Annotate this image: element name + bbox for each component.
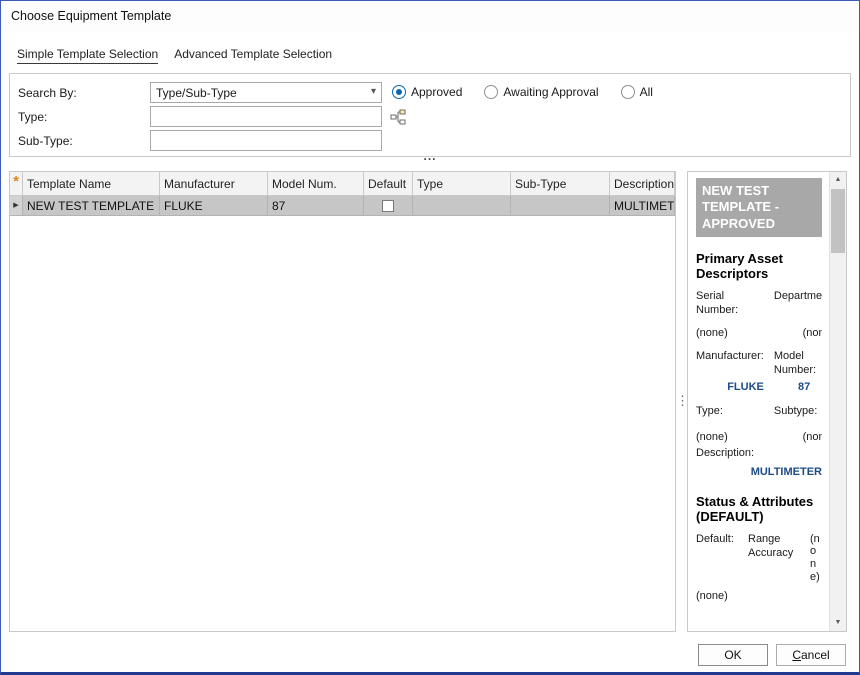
model-number-label: Model Number: xyxy=(774,350,822,378)
cell-template-name: NEW TEST TEMPLATE xyxy=(23,196,160,216)
subtype-label: Sub-Type: xyxy=(18,134,73,148)
radio-approved[interactable]: Approved xyxy=(392,85,462,99)
search-by-label: Search By: xyxy=(18,86,77,100)
cell-description: MULTIMETER xyxy=(610,196,675,216)
radio-awaiting-approval-label: Awaiting Approval xyxy=(503,85,598,99)
radio-all-circle xyxy=(621,85,635,99)
cell-model-num: 87 xyxy=(268,196,364,216)
tab-bar: Simple Template Selection Advanced Templ… xyxy=(17,47,332,64)
search-by-dropdown[interactable]: Type/Sub-Type ▾ xyxy=(150,82,382,103)
type-input[interactable] xyxy=(150,106,382,127)
radio-awaiting-approval[interactable]: Awaiting Approval xyxy=(484,85,598,99)
model-number-value: 87 xyxy=(774,377,822,394)
description-label: Description: xyxy=(696,447,822,461)
new-row-asterisk-icon: * xyxy=(10,172,23,196)
hierarchy-tree-icon xyxy=(390,109,406,125)
column-header-default[interactable]: Default xyxy=(364,172,413,196)
range-accuracy-label: Range Accuracy xyxy=(748,533,804,561)
dialog-title: Choose Equipment Template xyxy=(11,9,171,23)
chevron-down-icon: ▾ xyxy=(371,86,376,97)
radio-all-label: All xyxy=(640,85,653,99)
cancel-button[interactable]: Cancel xyxy=(776,644,846,666)
vertical-splitter-grip[interactable]: ⋮ xyxy=(676,389,687,415)
serial-number-value: (none) xyxy=(696,323,764,340)
cell-sub-type xyxy=(511,196,610,216)
range-accuracy-value: (none) xyxy=(810,533,822,584)
default-field-value: (none) xyxy=(696,586,742,603)
scroll-down-icon[interactable]: ▼ xyxy=(830,615,846,631)
horizontal-splitter-grip[interactable]: ... xyxy=(1,151,859,165)
ok-button[interactable]: OK xyxy=(698,644,768,666)
column-header-model-num[interactable]: Model Num. xyxy=(268,172,364,196)
default-checkbox[interactable] xyxy=(382,200,394,212)
default-field-label: Default: xyxy=(696,533,742,547)
current-row-arrow-icon: ▶ xyxy=(10,196,23,216)
status-fields: Default: (none) Range Accuracy (none) xyxy=(696,533,822,603)
serial-number-label: Serial Number: xyxy=(696,290,764,318)
choose-equipment-template-dialog: Choose Equipment Template Simple Templat… xyxy=(0,0,860,675)
search-panel: Search By: Type/Sub-Type ▾ Approved Awai… xyxy=(9,73,851,157)
scrollbar-thumb[interactable] xyxy=(831,189,845,253)
radio-all[interactable]: All xyxy=(621,85,653,99)
primary-fields: Serial Number: (none) Department: (none)… xyxy=(696,290,822,445)
tab-advanced-template-selection[interactable]: Advanced Template Selection xyxy=(174,47,332,64)
tab-simple-template-selection[interactable]: Simple Template Selection xyxy=(17,47,158,64)
grid-header-row: * Template Name Manufacturer Model Num. … xyxy=(10,172,675,196)
details-panel: NEW TEST TEMPLATE - APPROVED Primary Ass… xyxy=(687,171,847,632)
subtype-input[interactable] xyxy=(150,130,382,151)
cell-type xyxy=(413,196,511,216)
selected-template-header: NEW TEST TEMPLATE - APPROVED xyxy=(696,178,822,237)
details-scrollbar[interactable]: ▲ ▼ xyxy=(829,172,846,631)
type-label: Type: xyxy=(18,110,47,124)
primary-asset-descriptors-heading: Primary Asset Descriptors xyxy=(696,251,822,282)
dialog-titlebar: Choose Equipment Template xyxy=(1,1,859,31)
search-by-selected-value: Type/Sub-Type xyxy=(156,86,237,100)
column-header-template-name[interactable]: Template Name xyxy=(23,172,160,196)
type-field-value: (none) xyxy=(696,427,764,444)
description-value: MULTIMETER xyxy=(696,462,822,479)
radio-approved-label: Approved xyxy=(411,85,462,99)
column-header-manufacturer[interactable]: Manufacturer xyxy=(160,172,268,196)
details-content: NEW TEST TEMPLATE - APPROVED Primary Ass… xyxy=(696,178,822,625)
description-field: Description: MULTIMETER xyxy=(696,447,822,480)
radio-awaiting-approval-circle xyxy=(484,85,498,99)
department-label: Department: xyxy=(774,290,822,304)
cell-default xyxy=(364,196,413,216)
table-row[interactable]: ▶ NEW TEST TEMPLATE FLUKE 87 MULTIMETER xyxy=(10,196,675,216)
department-value: (none) xyxy=(774,323,822,340)
type-field-label: Type: xyxy=(696,405,764,419)
template-grid: * Template Name Manufacturer Model Num. … xyxy=(9,171,676,632)
subtype-field-label: Subtype: xyxy=(774,405,822,419)
approval-radio-group: Approved Awaiting Approval All xyxy=(392,85,675,99)
manufacturer-label: Manufacturer: xyxy=(696,350,764,364)
status-attributes-heading: Status & Attributes (DEFAULT) xyxy=(696,494,822,525)
subtype-field-value: (none) xyxy=(774,427,822,444)
column-header-type[interactable]: Type xyxy=(413,172,511,196)
radio-approved-circle xyxy=(392,85,406,99)
scroll-up-icon[interactable]: ▲ xyxy=(830,172,846,188)
cell-manufacturer: FLUKE xyxy=(160,196,268,216)
column-header-sub-type[interactable]: Sub-Type xyxy=(511,172,610,196)
type-lookup-button[interactable] xyxy=(387,107,409,127)
column-header-description[interactable]: Description xyxy=(610,172,675,196)
manufacturer-value: FLUKE xyxy=(696,377,764,394)
